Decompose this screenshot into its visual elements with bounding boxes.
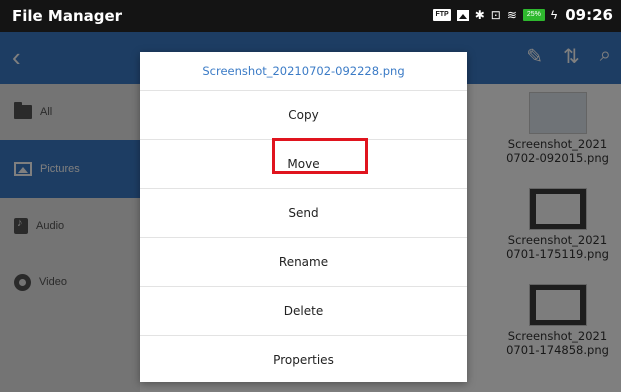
move-highlight-box <box>272 138 368 174</box>
menu-item-send[interactable]: Send <box>140 188 467 237</box>
bluetooth-icon: ✱ <box>474 8 485 22</box>
menu-item-delete[interactable]: Delete <box>140 286 467 335</box>
charging-icon: ϟ <box>550 8 558 22</box>
menu-item-rename[interactable]: Rename <box>140 237 467 286</box>
ftp-icon: FTP <box>433 9 451 21</box>
network-icon: ⊡ <box>490 8 501 22</box>
file-actions-dialog: Screenshot_20210702-092228.png Copy Move… <box>140 52 467 382</box>
app-title: File Manager <box>12 7 123 25</box>
battery-icon: 25% <box>522 9 545 21</box>
status-icons: FTP ✱ ⊡ ≋ 25% ϟ 09:26 <box>433 6 613 24</box>
menu-item-copy[interactable]: Copy <box>140 90 467 139</box>
dialog-title: Screenshot_20210702-092228.png <box>202 64 405 78</box>
wifi-icon: ≋ <box>506 8 517 22</box>
clock: 09:26 <box>565 6 613 24</box>
menu-item-properties[interactable]: Properties <box>140 335 467 384</box>
image-notification-icon <box>456 9 469 21</box>
status-bar: File Manager FTP ✱ ⊡ ≋ 25% ϟ 09:26 <box>0 0 621 32</box>
